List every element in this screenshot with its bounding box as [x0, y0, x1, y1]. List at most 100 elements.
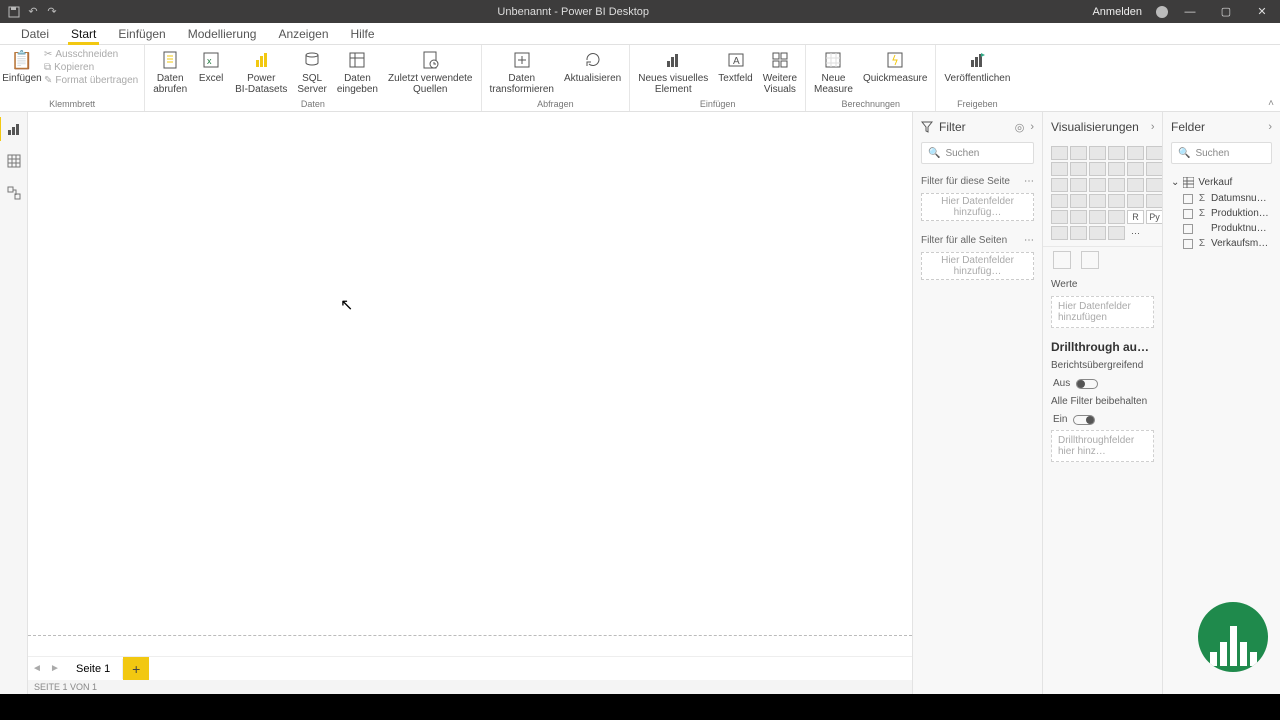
maximize-button[interactable]: ▢ — [1212, 0, 1240, 23]
checkbox[interactable] — [1183, 239, 1193, 249]
drillthrough-dropzone[interactable]: Drillthroughfelder hier hinz… — [1051, 430, 1154, 462]
signin-button[interactable]: Anmelden — [1086, 4, 1148, 20]
fields-search-input[interactable]: 🔍Suchen — [1171, 142, 1272, 164]
viz-treemap[interactable] — [1146, 178, 1163, 192]
tab-anzeigen[interactable]: Anzeigen — [267, 24, 339, 44]
viz-collapse-icon[interactable]: › — [1151, 121, 1155, 133]
viz-shape-map[interactable] — [1089, 194, 1106, 208]
format-tab-button[interactable] — [1081, 251, 1099, 269]
filter-collapse-icon[interactable]: › — [1030, 121, 1034, 133]
viz-arcgis[interactable] — [1108, 226, 1125, 240]
viz-scatter[interactable] — [1089, 178, 1106, 192]
textbox-button[interactable]: ATextfeld — [716, 47, 754, 84]
viz-map[interactable] — [1051, 194, 1068, 208]
minimize-button[interactable]: — — [1176, 0, 1204, 23]
data-view-button[interactable] — [5, 152, 23, 170]
viz-pie[interactable] — [1108, 178, 1125, 192]
paste-button[interactable]: 📋 Einfügen — [6, 47, 38, 84]
table-verkauf[interactable]: ⌄ Verkauf — [1169, 174, 1274, 191]
more-visuals-button[interactable]: Weitere Visuals — [761, 47, 799, 95]
viz-card[interactable] — [1127, 194, 1144, 208]
tab-modellierung[interactable]: Modellierung — [177, 24, 268, 44]
viz-100-bar[interactable] — [1127, 146, 1144, 160]
tab-einfuegen[interactable]: Einfügen — [107, 24, 176, 44]
viz-line[interactable] — [1051, 162, 1068, 176]
viz-stacked-bar[interactable] — [1051, 146, 1068, 160]
filter-search-input[interactable]: 🔍Suchen — [921, 142, 1034, 164]
viz-100-column[interactable] — [1146, 146, 1163, 160]
tab-hilfe[interactable]: Hilfe — [340, 24, 386, 44]
enter-data-icon — [346, 49, 368, 71]
viz-gauge[interactable] — [1108, 194, 1125, 208]
tab-start[interactable]: Start — [60, 24, 107, 44]
get-data-button[interactable]: Daten abrufen — [151, 47, 189, 95]
publish-button[interactable]: Veröffentlichen — [942, 47, 1012, 84]
new-visual-button[interactable]: Neues visuelles Element — [636, 47, 710, 95]
field-produktnu[interactable]: Produktnu… — [1169, 221, 1274, 236]
field-datumsnu[interactable]: ΣDatumsnu… — [1169, 191, 1274, 206]
filters-all-dropzone[interactable]: Hier Datenfelder hinzufüg… — [921, 252, 1034, 280]
checkbox[interactable] — [1183, 209, 1193, 219]
save-icon[interactable] — [6, 4, 22, 20]
filter-view-icon[interactable]: ◎ — [1015, 121, 1025, 134]
viz-r[interactable]: R — [1127, 210, 1144, 224]
viz-table[interactable] — [1089, 210, 1106, 224]
more-icon[interactable]: ⋯ — [1024, 176, 1034, 187]
viz-multi-card[interactable] — [1146, 194, 1163, 208]
avatar-icon[interactable] — [1156, 6, 1168, 18]
viz-decomposition[interactable] — [1070, 226, 1087, 240]
viz-line-stacked[interactable] — [1108, 162, 1125, 176]
viz-qa[interactable] — [1089, 226, 1106, 240]
report-view-button[interactable] — [5, 120, 23, 138]
page-next-button[interactable]: ► — [46, 663, 64, 674]
checkbox[interactable] — [1183, 194, 1193, 204]
viz-matrix[interactable] — [1108, 210, 1125, 224]
add-page-button[interactable]: + — [123, 657, 149, 681]
model-view-button[interactable] — [5, 184, 23, 202]
viz-more[interactable]: ⋯ — [1127, 226, 1144, 240]
transform-data-button[interactable]: Daten transformieren — [488, 47, 556, 95]
viz-filled-map[interactable] — [1070, 194, 1087, 208]
fields-tab-button[interactable] — [1053, 251, 1071, 269]
field-produktion[interactable]: ΣProduktion… — [1169, 206, 1274, 221]
field-verkaufsme[interactable]: ΣVerkaufsme… — [1169, 236, 1274, 251]
viz-donut[interactable] — [1127, 178, 1144, 192]
close-button[interactable]: ✕ — [1248, 0, 1276, 23]
viz-slicer[interactable] — [1070, 210, 1087, 224]
refresh-button[interactable]: Aktualisieren — [562, 47, 623, 84]
viz-ribbon[interactable] — [1146, 162, 1163, 176]
recent-sources-button[interactable]: Zuletzt verwendete Quellen — [386, 47, 475, 95]
cross-report-toggle[interactable] — [1076, 379, 1098, 389]
viz-key-influencers[interactable] — [1051, 226, 1068, 240]
excel-button[interactable]: xExcel — [195, 47, 227, 84]
sql-server-button[interactable]: SQL Server — [295, 47, 328, 95]
quick-measure-button[interactable]: Quickmeasure — [861, 47, 929, 84]
viz-clustered-column[interactable] — [1108, 146, 1125, 160]
more-icon[interactable]: ⋯ — [1024, 235, 1034, 246]
checkbox[interactable] — [1183, 224, 1193, 234]
viz-stacked-column[interactable] — [1070, 146, 1087, 160]
report-canvas[interactable]: ↖ ◄ ► Seite 1 + SEITE 1 VON 1 — [28, 112, 912, 694]
new-measure-button[interactable]: Neue Measure — [812, 47, 855, 95]
cross-report-label: Berichtsübergreifend — [1043, 356, 1162, 375]
viz-area[interactable] — [1070, 162, 1087, 176]
filters-page-dropzone[interactable]: Hier Datenfelder hinzufüg… — [921, 193, 1034, 221]
page-tab-1[interactable]: Seite 1 — [64, 659, 123, 679]
undo-icon[interactable]: ↶ — [25, 4, 41, 20]
viz-stacked-area[interactable] — [1089, 162, 1106, 176]
viz-funnel[interactable] — [1070, 178, 1087, 192]
viz-py[interactable]: Py — [1146, 210, 1163, 224]
values-dropzone[interactable]: Hier Datenfelder hinzufügen — [1051, 296, 1154, 328]
pbi-datasets-button[interactable]: Power BI-Datasets — [233, 47, 289, 95]
page-prev-button[interactable]: ◄ — [28, 663, 46, 674]
tab-datei[interactable]: Datei — [10, 24, 60, 44]
viz-clustered-bar[interactable] — [1089, 146, 1106, 160]
fields-collapse-icon[interactable]: › — [1268, 121, 1272, 133]
redo-icon[interactable]: ↷ — [44, 4, 60, 20]
collapse-ribbon-icon[interactable]: ˄ — [1268, 98, 1274, 109]
viz-waterfall[interactable] — [1051, 178, 1068, 192]
viz-kpi[interactable] — [1051, 210, 1068, 224]
viz-line-clustered[interactable] — [1127, 162, 1144, 176]
enter-data-button[interactable]: Daten eingeben — [335, 47, 380, 95]
keep-filters-toggle[interactable] — [1073, 415, 1095, 425]
